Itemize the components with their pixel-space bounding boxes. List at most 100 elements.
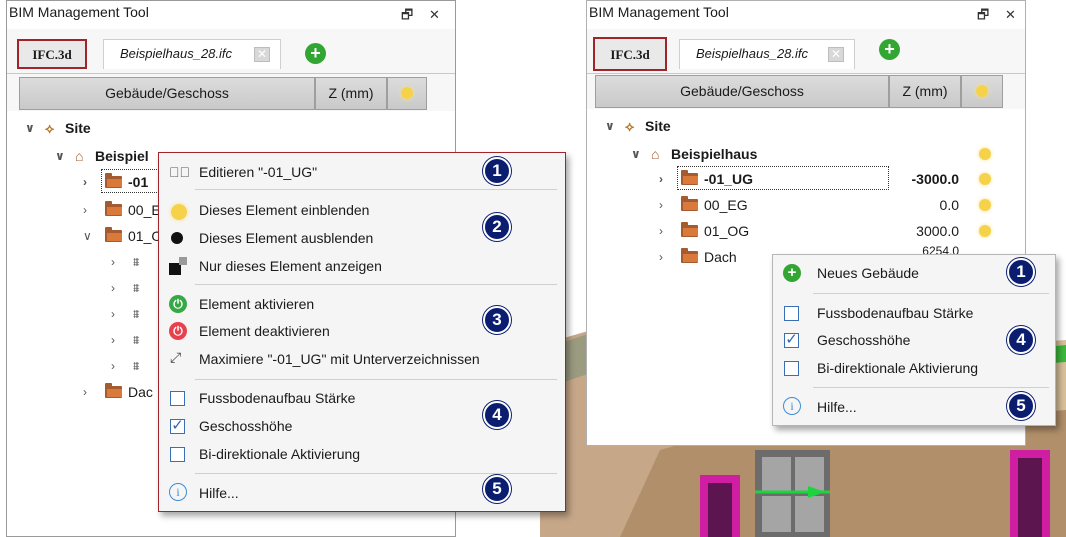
tab-ifc3d[interactable]: IFC.3d [17, 39, 87, 69]
chevron-down-icon[interactable]: ∨ [83, 223, 92, 249]
column-header-visibility[interactable] [961, 75, 1003, 108]
folder-icon [105, 173, 122, 188]
stair-icon: ⩩ [133, 255, 140, 269]
info-icon: i [169, 483, 187, 501]
bulb-icon[interactable] [979, 173, 991, 185]
chevron-right-icon[interactable]: › [659, 218, 663, 244]
tree-row-floor-ug[interactable]: › -01_UG -3000.0 [659, 166, 999, 192]
menu-item-help[interactable]: i Hilfe... 5 [773, 392, 1055, 420]
folder-icon [105, 227, 122, 242]
chevron-right-icon[interactable]: › [111, 327, 115, 353]
panel-title: BIM Management Tool [589, 4, 729, 20]
menu-separator [813, 387, 1049, 388]
menu-item-label: Dieses Element einblenden [199, 202, 370, 218]
badge-4: 4 [1007, 326, 1035, 354]
tab-file-label: Beispielhaus_28.ifc [120, 46, 233, 61]
bulb-icon[interactable] [979, 225, 991, 237]
menu-item-label: Element deaktivieren [199, 323, 330, 339]
stair-icon: ⩩ [133, 333, 140, 347]
checkbox-fussboden[interactable] [784, 306, 799, 321]
checkbox-geschosshoehe[interactable]: ✓ [170, 418, 185, 434]
menu-separator [195, 473, 557, 474]
menu-item-geschosshoehe[interactable]: ✓ Geschosshöhe 4 [159, 401, 565, 439]
tab-close-icon[interactable]: ✕ [254, 47, 270, 62]
column-header-visibility[interactable] [387, 77, 427, 110]
menu-item-deactivate[interactable]: ⏻ Element deaktivieren 3 [159, 306, 565, 344]
badge-5: 5 [1007, 392, 1035, 420]
bulb-icon[interactable] [979, 148, 991, 160]
checkbox-bidirektional[interactable] [784, 361, 799, 376]
chevron-right-icon[interactable]: › [83, 379, 87, 405]
menu-item-label: Geschosshöhe [817, 332, 911, 348]
checkbox-geschosshoehe[interactable]: ✓ [784, 332, 799, 348]
tab-beispielhaus[interactable]: Beispielhaus_28.ifc ✕ [679, 39, 855, 69]
menu-item-geschosshoehe[interactable]: ✓ Geschosshöhe 4 [773, 326, 1055, 354]
z-value: -3000.0 [911, 171, 959, 187]
tree-label: -01_UG [704, 171, 754, 187]
power-on-icon: ⏻ [169, 295, 187, 313]
tree-row-building[interactable]: ∨ ⌂ Beispielhaus [631, 141, 991, 167]
tab-divider [587, 73, 1025, 74]
badge-2: 2 [483, 213, 511, 241]
checkbox-fussboden[interactable] [170, 391, 185, 406]
badge-1: 1 [483, 157, 511, 185]
column-header-z[interactable]: Z (mm) [889, 75, 961, 108]
float-window-icon[interactable]: 🗗 [977, 4, 989, 26]
folder-icon [681, 196, 698, 211]
chevron-down-icon[interactable]: ∨ [25, 115, 35, 141]
chevron-right-icon[interactable]: › [111, 301, 115, 327]
menu-item-bidirektional[interactable]: Bi-direktionale Aktivierung [773, 355, 1055, 381]
tab-bar: IFC.3d Beispielhaus_28.ifc ✕ + [587, 29, 1025, 73]
tree-label: Dac [128, 384, 153, 400]
column-header-name[interactable]: Gebäude/Geschoss [595, 75, 889, 108]
bulb-icon [401, 87, 413, 99]
menu-item-hide[interactable]: Dieses Element ausblenden 2 [159, 213, 565, 251]
menu-item-help[interactable]: i Hilfe... 5 [159, 475, 565, 506]
edit-icon: ⊏⃞ [169, 164, 190, 180]
bulb-on-icon [171, 204, 187, 220]
panel-title: BIM Management Tool [9, 4, 149, 20]
info-icon: i [783, 397, 801, 415]
chevron-right-icon[interactable]: › [111, 275, 115, 301]
chevron-down-icon[interactable]: ∨ [631, 141, 641, 167]
tree-label: Dach [704, 249, 737, 265]
chevron-right-icon[interactable]: › [111, 249, 115, 275]
menu-item-isolate[interactable]: Nur dieses Element anzeigen [159, 253, 565, 279]
chevron-right-icon[interactable]: › [83, 197, 87, 223]
tab-beispielhaus[interactable]: Beispielhaus_28.ifc ✕ [103, 39, 281, 69]
menu-item-fussboden[interactable]: Fussbodenaufbau Stärke [773, 300, 1055, 326]
menu-item-maximize[interactable]: ⤢ Maximiere "-01_UG" mit Unterverzeichni… [159, 346, 565, 372]
menu-item-edit[interactable]: ⊏⃞ Editieren "-01_UG" 1 [159, 157, 565, 185]
float-window-icon[interactable]: 🗗 [401, 4, 413, 26]
chevron-right-icon[interactable]: › [659, 244, 663, 270]
tab-close-icon[interactable]: ✕ [828, 47, 844, 62]
context-menu: ⊏⃞ Editieren "-01_UG" 1 Dieses Element e… [158, 152, 566, 512]
isolate-icon [169, 257, 187, 275]
menu-item-new-building[interactable]: + Neues Gebäude 1 [773, 258, 1055, 286]
menu-item-label: Nur dieses Element anzeigen [199, 258, 382, 274]
tab-bar: IFC.3d Beispielhaus_28.ifc ✕ + [7, 29, 455, 73]
bulb-icon[interactable] [979, 199, 991, 211]
add-tab-icon[interactable]: + [879, 39, 900, 60]
column-header-name[interactable]: Gebäude/Geschoss [19, 77, 315, 110]
checkbox-bidirektional[interactable] [170, 447, 185, 462]
menu-separator [195, 189, 557, 190]
building-icon: ⌂ [651, 146, 660, 162]
menu-item-bidirektional[interactable]: Bi-direktionale Aktivierung [159, 441, 565, 467]
menu-item-label: Hilfe... [817, 399, 857, 415]
close-icon[interactable]: ✕ [1005, 4, 1016, 26]
chevron-right-icon[interactable]: › [111, 353, 115, 379]
column-header-z[interactable]: Z (mm) [315, 77, 387, 110]
chevron-right-icon[interactable]: › [659, 192, 663, 218]
context-menu-right: + Neues Gebäude 1 Fussbodenaufbau Stärke… [772, 254, 1056, 426]
chevron-down-icon[interactable]: ∨ [55, 143, 65, 169]
chevron-right-icon[interactable]: › [659, 166, 663, 192]
tab-file-label: Beispielhaus_28.ifc [696, 46, 809, 61]
tree-row-floor-eg[interactable]: › 00_EG 0.0 [659, 192, 999, 218]
add-tab-icon[interactable]: + [305, 43, 326, 64]
tab-ifc3d[interactable]: IFC.3d [593, 37, 667, 71]
chevron-right-icon[interactable]: › [83, 169, 87, 195]
site-icon: ⟡ [45, 120, 55, 136]
chevron-down-icon[interactable]: ∨ [605, 113, 615, 139]
close-icon[interactable]: ✕ [429, 4, 440, 26]
